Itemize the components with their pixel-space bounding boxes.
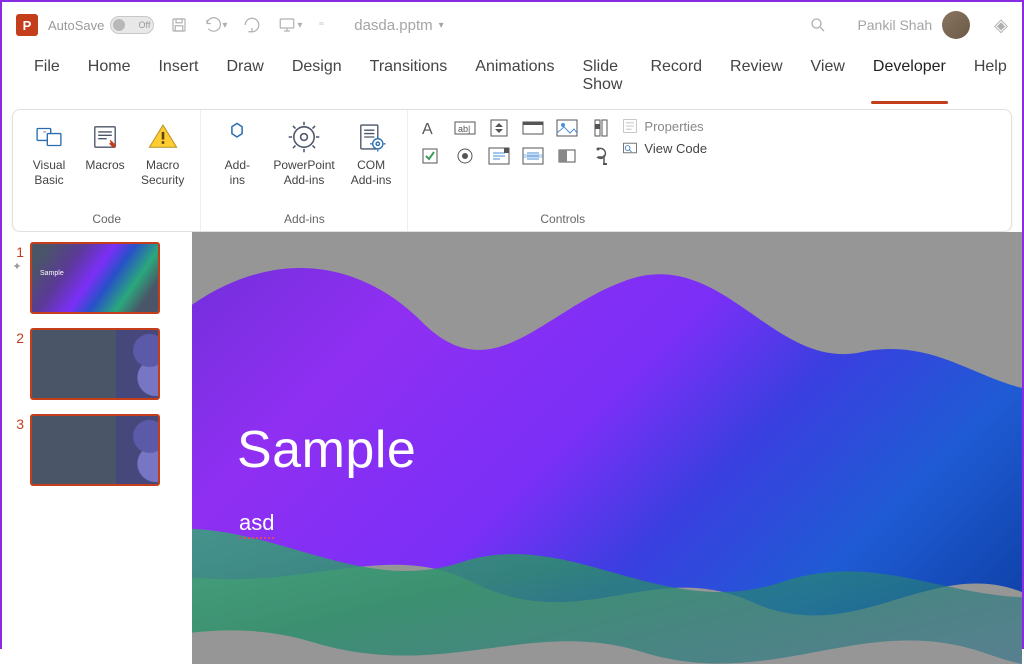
tab-developer[interactable]: Developer	[859, 48, 960, 108]
ribbon-group-addins: Add- ins PowerPoint Add-ins COM Add-ins …	[201, 110, 408, 231]
user-name-label: Pankil Shah	[857, 17, 932, 33]
ribbon-group-controls: A ab| Properties Vi	[408, 110, 717, 231]
command-button-icon[interactable]	[520, 118, 546, 138]
checkbox-control-icon[interactable]	[418, 146, 444, 166]
powerpoint-logo: P	[16, 14, 38, 36]
animation-indicator-icon: ✦	[12, 260, 21, 273]
ribbon-group-label: Add-ins	[284, 210, 325, 228]
slide-thumbnail-1[interactable]: Sample	[30, 242, 160, 314]
avatar	[942, 11, 970, 39]
workspace: 1 ✦ Sample 2 3	[2, 232, 1022, 664]
slide-thumbnail-2[interactable]	[30, 328, 160, 400]
svg-text:ab|: ab|	[458, 124, 470, 134]
autosave-toggle[interactable]: AutoSave Off	[48, 16, 154, 34]
thumb-number: 1	[10, 242, 24, 260]
filename[interactable]: dasda.pptm ▾	[354, 17, 443, 34]
chevron-down-icon: ▾	[439, 20, 444, 31]
option-button-icon[interactable]	[452, 146, 478, 166]
save-icon[interactable]	[170, 16, 188, 34]
slide-thumbnails-panel: 1 ✦ Sample 2 3	[2, 232, 192, 664]
autosave-label: AutoSave	[48, 18, 104, 33]
toggle-button-icon[interactable]	[554, 146, 580, 166]
slide-title-text[interactable]: Sample	[237, 420, 416, 480]
ribbon-group-label: Code	[92, 210, 121, 228]
add-ins-button[interactable]: Add- ins	[211, 114, 263, 188]
titlebar: P AutoSave Off ▾ ▾ ⁼ dasda.pptm ▾ Pankil…	[2, 2, 1022, 48]
tab-view[interactable]: View	[797, 48, 859, 108]
user-account[interactable]: Pankil Shah	[857, 11, 970, 39]
spin-button-icon[interactable]	[486, 118, 512, 138]
more-controls-icon[interactable]	[588, 146, 614, 166]
ribbon-tabs: File Home Insert Draw Design Transitions…	[2, 48, 1022, 109]
textbox-control-icon[interactable]: ab|	[452, 118, 478, 138]
visual-basic-button[interactable]: Visual Basic	[23, 114, 75, 188]
thumb-number: 2	[10, 328, 24, 346]
toggle-switch[interactable]: Off	[110, 16, 154, 34]
svg-text:A: A	[422, 121, 433, 137]
tab-review[interactable]: Review	[716, 48, 796, 108]
tab-draw[interactable]: Draw	[212, 48, 277, 108]
ribbon-body: Visual Basic Macros Macro Security Code …	[12, 109, 1012, 232]
quick-access-toolbar: ▾ ▾ ⁼	[170, 16, 324, 34]
tab-slide-show[interactable]: Slide Show	[568, 48, 636, 108]
macro-security-button[interactable]: Macro Security	[135, 114, 190, 188]
tab-transitions[interactable]: Transitions	[356, 48, 462, 108]
thumbnail-row: 3	[10, 414, 184, 486]
tab-help[interactable]: Help	[960, 48, 1021, 108]
tab-design[interactable]: Design	[278, 48, 356, 108]
scrollbar-control-icon[interactable]	[588, 118, 614, 138]
thumbnail-row: 1 ✦ Sample	[10, 242, 184, 314]
ribbon-group-label: Controls	[540, 210, 585, 228]
redo-icon[interactable]	[243, 16, 261, 34]
macros-button[interactable]: Macros	[79, 114, 131, 188]
powerpoint-add-ins-button[interactable]: PowerPoint Add-ins	[267, 114, 340, 188]
thumb-number: 3	[10, 414, 24, 432]
tab-file[interactable]: File	[20, 48, 74, 108]
undo-icon[interactable]: ▾	[204, 16, 227, 34]
label-control-icon[interactable]: A	[418, 118, 444, 138]
image-control-icon[interactable]	[554, 118, 580, 138]
tab-record[interactable]: Record	[636, 48, 716, 108]
diamond-icon[interactable]: ◈	[994, 15, 1008, 36]
search-icon[interactable]	[809, 16, 827, 34]
slideshow-from-start-icon[interactable]: ▾	[277, 16, 302, 34]
com-add-ins-button[interactable]: COM Add-ins	[345, 114, 398, 188]
slide-subtitle-text[interactable]: asd	[239, 510, 274, 539]
tab-insert[interactable]: Insert	[144, 48, 212, 108]
ribbon-group-code: Visual Basic Macros Macro Security Code	[13, 110, 201, 231]
slide-canvas[interactable]: Sample asd	[192, 232, 1022, 664]
thumbnail-row: 2	[10, 328, 184, 400]
combobox-control-icon[interactable]	[486, 146, 512, 166]
slide-thumbnail-3[interactable]	[30, 414, 160, 486]
tab-animations[interactable]: Animations	[461, 48, 568, 108]
qat-customize-icon[interactable]: ⁼	[318, 19, 324, 32]
controls-grid: A ab|	[418, 114, 614, 170]
properties-button: Properties	[622, 118, 707, 134]
listbox-control-icon[interactable]	[520, 146, 546, 166]
tab-home[interactable]: Home	[74, 48, 145, 108]
view-code-button[interactable]: View Code	[622, 140, 707, 156]
